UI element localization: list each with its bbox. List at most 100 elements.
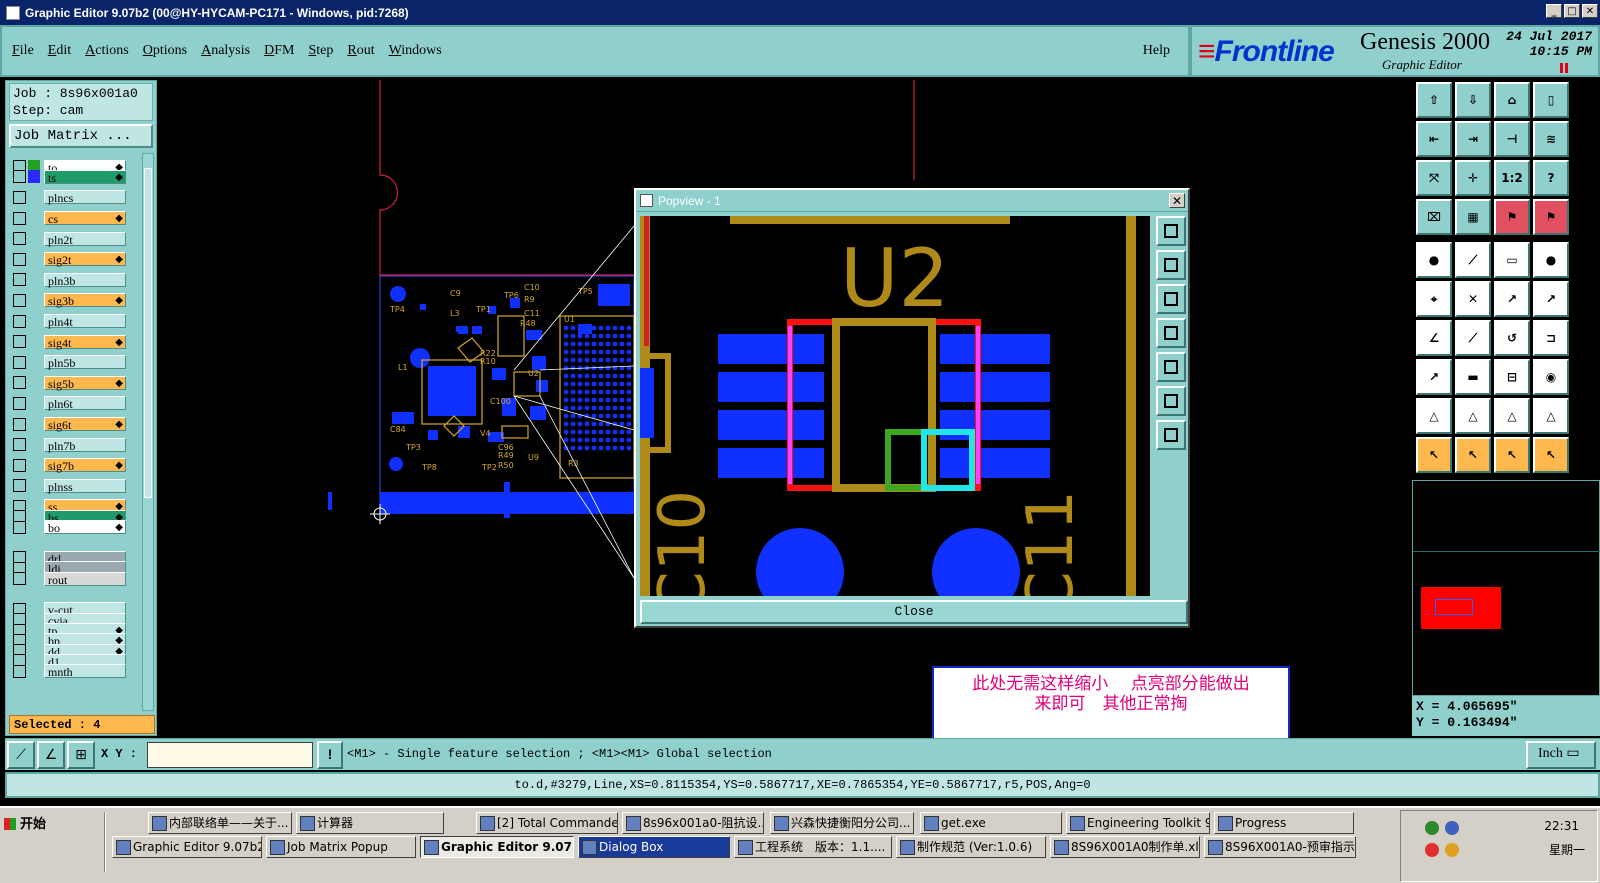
layer-name[interactable]: sig2t ◆	[44, 252, 126, 267]
taskbar-item[interactable]: 内部联络单——关于...	[148, 812, 292, 834]
minimap[interactable]	[1412, 480, 1600, 696]
zoom-center-icon[interactable]: ✛	[1455, 160, 1491, 196]
layer-checkbox[interactable]	[13, 572, 26, 585]
layer-name[interactable]: rout	[44, 571, 126, 587]
layer-name[interactable]: ts ◆	[44, 169, 126, 185]
layer-checkbox[interactable]	[13, 314, 26, 328]
popview-close-x[interactable]: ✕	[1169, 193, 1185, 208]
tray-volume-icon[interactable]	[1445, 843, 1459, 857]
route-icon[interactable]: ↗	[1494, 281, 1530, 317]
units-dropdown[interactable]: Inch ▭	[1526, 741, 1596, 769]
pad-add-icon[interactable]: ↗	[1416, 359, 1452, 395]
popview-zoom[interactable]: U2 C10 C11	[640, 216, 1150, 596]
layer-row[interactable]: bo ◆	[10, 520, 132, 535]
layer-checkbox[interactable]	[13, 232, 26, 246]
ruler-icon[interactable]: ▭	[1494, 242, 1530, 278]
popview-pan-right-icon[interactable]	[1156, 352, 1186, 382]
pan-right-icon[interactable]: ⇥	[1455, 121, 1491, 157]
layer-row[interactable]: cs ◆	[10, 211, 132, 226]
zoom-fit-icon[interactable]: ⤧	[1416, 160, 1452, 196]
layer-checkbox[interactable]	[13, 458, 26, 472]
layer-checkbox[interactable]	[13, 211, 26, 225]
layer-name[interactable]: sig7b ◆	[44, 458, 126, 473]
layer-row[interactable]: sig6t ◆	[10, 417, 132, 432]
layer-checkbox[interactable]	[13, 170, 26, 184]
layer-row[interactable]: plncs	[10, 190, 132, 205]
select-drag-icon[interactable]: ↖	[1533, 437, 1569, 473]
cut-icon[interactable]: ⟋	[1455, 320, 1491, 356]
scrollbar-thumb[interactable]	[144, 168, 152, 498]
taskbar-item[interactable]: 制作规范 (Ver:1.0.6)	[896, 836, 1046, 858]
tray-network-icon[interactable]	[1425, 821, 1439, 835]
move-down-icon[interactable]: ⇩	[1455, 82, 1491, 118]
menu-rout[interactable]: Rout	[347, 43, 374, 59]
layer-name[interactable]: plnss	[44, 478, 126, 494]
node-icon[interactable]: ↗	[1533, 281, 1569, 317]
line-icon[interactable]: ⟋	[1455, 242, 1491, 278]
layer-row[interactable]: ts ◆	[10, 169, 132, 185]
layer-name[interactable]: cs ◆	[44, 211, 126, 226]
maximize-button[interactable]: □	[1564, 4, 1580, 18]
select-area-icon[interactable]: ↖	[1455, 437, 1491, 473]
clock-time[interactable]: 22:31	[1544, 819, 1579, 833]
layer-name[interactable]: pln7b	[44, 437, 126, 453]
layer-name[interactable]: sig3b ◆	[44, 293, 126, 308]
tray-app-icon[interactable]	[1445, 821, 1459, 835]
layer-scrollbar[interactable]	[142, 153, 154, 711]
taskbar-item[interactable]: Graphic Editor 9.07b2 (0...	[112, 836, 262, 858]
layer-checkbox[interactable]	[13, 293, 26, 307]
layer-checkbox[interactable]	[13, 417, 26, 431]
tri-a-icon[interactable]: △	[1416, 398, 1452, 434]
layer-name[interactable]: pln4t	[44, 314, 126, 329]
circle-icon[interactable]: ●	[1533, 242, 1569, 278]
tray-security-icon[interactable]	[1425, 843, 1439, 857]
taskbar-item[interactable]: Progress	[1214, 812, 1354, 834]
menu-analysis[interactable]: Analysis	[201, 43, 250, 59]
copy-icon[interactable]: ▯	[1533, 82, 1569, 118]
layer-row[interactable]: pln3b	[10, 272, 132, 288]
layer-row[interactable]: sig7b ◆	[10, 458, 132, 473]
cross-icon[interactable]: ✕	[1455, 281, 1491, 317]
taskbar-item[interactable]: 8s96x001a0-阻抗设...	[622, 812, 764, 834]
arc-icon[interactable]: ↺	[1494, 320, 1530, 356]
layer-checkbox[interactable]	[13, 335, 26, 349]
grid-icon[interactable]: ⊞	[67, 741, 95, 769]
popview-titlebar[interactable]: Popview - 1	[636, 190, 1188, 212]
layer-row[interactable]: sig4t ◆	[10, 334, 132, 350]
layer-name[interactable]: bo ◆	[44, 520, 126, 535]
layer-name[interactable]: pln6t	[44, 396, 126, 411]
mirror-icon[interactable]: ⊐	[1533, 320, 1569, 356]
tri-d-icon[interactable]: △	[1533, 398, 1569, 434]
layer-checkbox[interactable]	[13, 376, 26, 390]
popview-canvas[interactable]: U2 C10 C11	[640, 216, 1150, 596]
taskbar-item[interactable]: Graphic Editor 9.07b2...	[420, 836, 574, 858]
measure-icon[interactable]: ⊟	[1494, 359, 1530, 395]
xy-input[interactable]	[147, 742, 313, 768]
taskbar-item[interactable]: Dialog Box	[578, 836, 730, 858]
taskbar-item[interactable]: Engineering Toolkit 9.0...	[1066, 812, 1210, 834]
close-button[interactable]: ✕	[1582, 4, 1598, 18]
layer-row[interactable]: plnss	[10, 478, 132, 494]
layer-row[interactable]: sig5b ◆	[10, 375, 132, 391]
job-matrix-button[interactable]: Job Matrix ...	[9, 124, 153, 148]
layer-checkbox[interactable]	[13, 664, 26, 678]
taskbar-item[interactable]: get.exe	[920, 812, 1062, 834]
resize-icon[interactable]: ≋	[1533, 121, 1569, 157]
taskbar-item[interactable]: 8S96X001A0制作单.xls ...	[1050, 836, 1200, 858]
menu-edit[interactable]: Edit	[48, 43, 71, 59]
layer-name[interactable]: pln5b	[44, 355, 126, 370]
snap-mode-icon[interactable]: ⟋	[7, 741, 35, 769]
layer-name[interactable]: pln3b	[44, 272, 126, 288]
minimize-button[interactable]: _	[1546, 4, 1562, 18]
connect-icon[interactable]: ⌖	[1416, 281, 1452, 317]
layer-row[interactable]: pln5b	[10, 355, 132, 370]
popview-pan-down-icon[interactable]	[1156, 284, 1186, 314]
layer-name[interactable]: pln2t	[44, 231, 126, 247]
menu-windows[interactable]: Windows	[389, 43, 442, 59]
menu-dfm[interactable]: DFM	[264, 43, 294, 59]
select-move-icon[interactable]: ↖	[1494, 437, 1530, 473]
layer-checkbox[interactable]	[13, 252, 26, 266]
grid-view-icon[interactable]: ▦	[1455, 199, 1491, 235]
layers-blue-icon[interactable]: ⚑	[1533, 199, 1569, 235]
popview-zoom-out-icon[interactable]	[1156, 420, 1186, 450]
